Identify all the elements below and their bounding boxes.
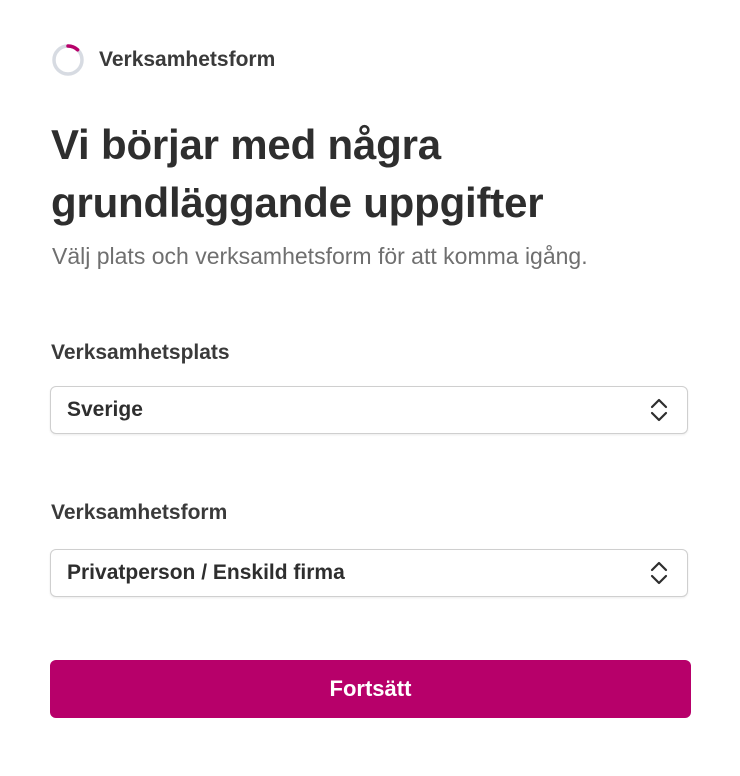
page-title: Vi börjar med några grundläggande uppgif… [51, 121, 544, 226]
chevron-up-down-icon [650, 398, 668, 422]
location-select[interactable]: Sverige [50, 386, 688, 434]
location-label: Verksamhetsplats [51, 341, 230, 364]
step-label: Verksamhetsform [99, 48, 276, 71]
location-select-value: Sverige [67, 398, 143, 421]
chevron-up-down-icon [650, 561, 668, 585]
business-form-select-value: Privatperson / Enskild firma [67, 561, 345, 584]
progress-ring-icon [52, 44, 84, 76]
step-header: Verksamhetsform [51, 42, 275, 78]
business-form-label: Verksamhetsform [51, 501, 228, 524]
business-form-select[interactable]: Privatperson / Enskild firma [50, 549, 688, 597]
continue-button[interactable]: Fortsätt [50, 660, 691, 718]
page-subtitle: Välj plats och verksamhetsform för att k… [52, 243, 588, 269]
